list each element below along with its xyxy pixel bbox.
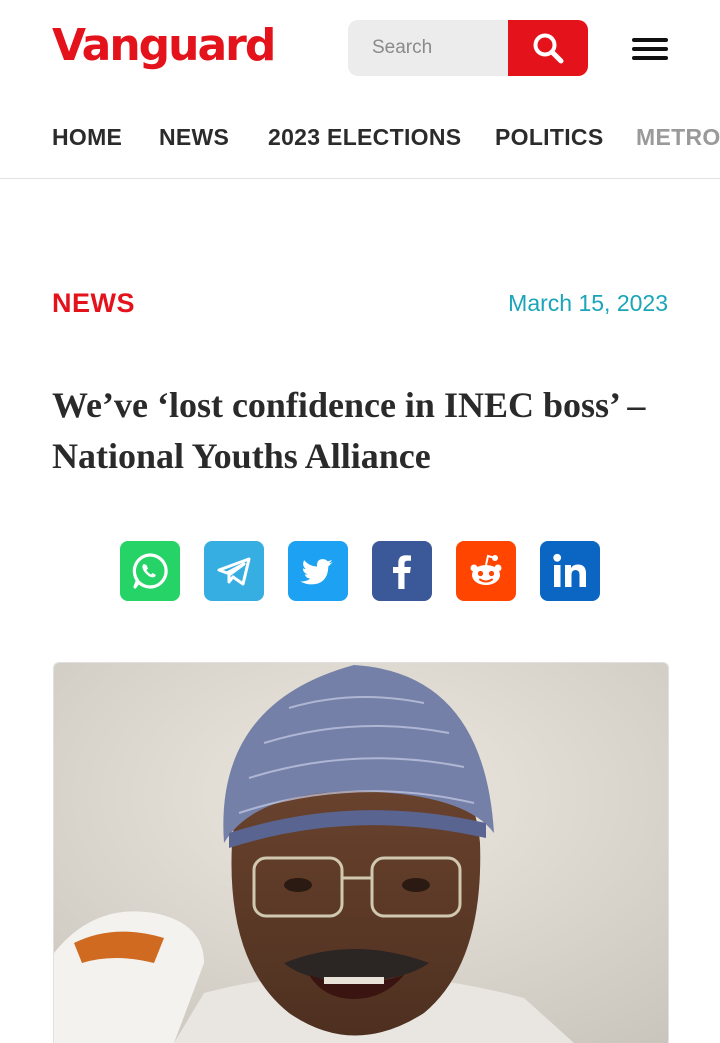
facebook-icon [393,555,411,589]
nav-item-metro[interactable]: METRO [636,124,720,151]
article-category[interactable]: NEWS [52,288,135,319]
share-facebook-button[interactable] [372,541,432,601]
share-bar [120,541,600,601]
article-date: March 15, 2023 [508,290,668,316]
nav-item-2023-elections[interactable]: 2023 ELECTIONS [268,124,461,151]
article-title: We’ve ‘lost confidence in INEC boss’ – N… [52,385,646,476]
share-linkedin-button[interactable] [540,541,600,601]
whatsapp-icon [132,553,168,589]
main-nav: HOME NEWS 2023 ELECTIONS POLITICS METRO [0,96,720,179]
reddit-icon [470,554,502,585]
nav-item-politics[interactable]: POLITICS [495,124,603,151]
share-reddit-button[interactable] [456,541,516,601]
search-icon [533,33,564,64]
share-telegram-button[interactable] [204,541,264,601]
share-whatsapp-button[interactable] [120,541,180,601]
telegram-icon [217,557,251,586]
share-twitter-button[interactable] [288,541,348,601]
vanguard-logo[interactable]: Vanguard [52,16,276,76]
search-input[interactable] [348,20,508,76]
twitter-icon [300,559,333,585]
site-header: Vanguard [0,0,720,96]
article-featured-image[interactable] [53,662,669,1043]
linkedin-icon [553,553,586,587]
hamburger-menu-icon[interactable] [628,34,670,64]
search-button[interactable] [508,20,588,76]
nav-item-home[interactable]: HOME [52,124,122,151]
search-bar [348,20,588,76]
nav-item-news[interactable]: NEWS [159,124,229,151]
inec-chairman-photo [54,663,668,1043]
